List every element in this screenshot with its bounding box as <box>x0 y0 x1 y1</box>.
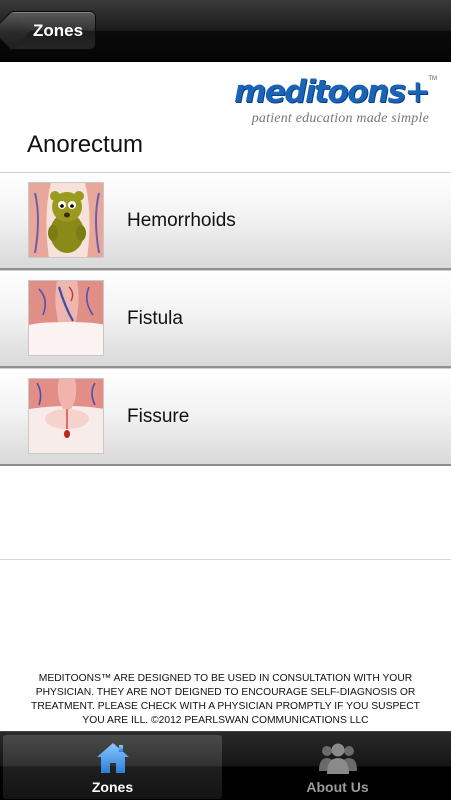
condition-list: Hemorrhoids Fistula Fissure <box>0 172 451 466</box>
list-item-fissure[interactable]: Fissure <box>0 368 451 466</box>
back-button-label: Zones <box>32 20 84 40</box>
logo-wordmark-text: meditoons <box>233 74 406 110</box>
zones-back-button[interactable]: Zones <box>0 11 96 51</box>
meditoons-logo: meditoons+ TM patient education made sim… <box>229 74 437 128</box>
tab-about-us-label: About Us <box>306 779 369 795</box>
list-item-label: Hemorrhoids <box>127 210 236 231</box>
navigation-bar: Zones <box>0 0 451 62</box>
list-item-label: Fistula <box>127 308 183 329</box>
divider <box>0 559 451 560</box>
tab-zones[interactable]: Zones <box>3 735 222 799</box>
back-arrow-icon <box>0 11 31 51</box>
house-icon <box>96 743 129 773</box>
list-item-hemorrhoids[interactable]: Hemorrhoids <box>0 172 451 270</box>
fissure-illustration-icon <box>28 378 104 454</box>
tab-zones-label: Zones <box>91 779 134 795</box>
list-item-fistula[interactable]: Fistula <box>0 270 451 368</box>
section-title: Anorectum <box>27 131 144 158</box>
fistula-illustration-icon <box>28 280 104 356</box>
logo-tagline: patient education made simple <box>251 111 429 126</box>
tab-about-us[interactable]: About Us <box>225 732 450 800</box>
hemorrhoid-character-icon <box>28 182 104 258</box>
list-item-label: Fissure <box>127 406 190 427</box>
logo-trademark: TM <box>428 76 437 82</box>
people-icon <box>318 743 357 774</box>
logo-plus: + <box>404 74 431 110</box>
tab-bar: Zones About Us <box>0 731 451 800</box>
disclaimer-text: MEDITOONS™ ARE DESIGNED TO BE USED IN CO… <box>31 673 420 726</box>
logo-wordmark: meditoons+ <box>229 74 431 110</box>
